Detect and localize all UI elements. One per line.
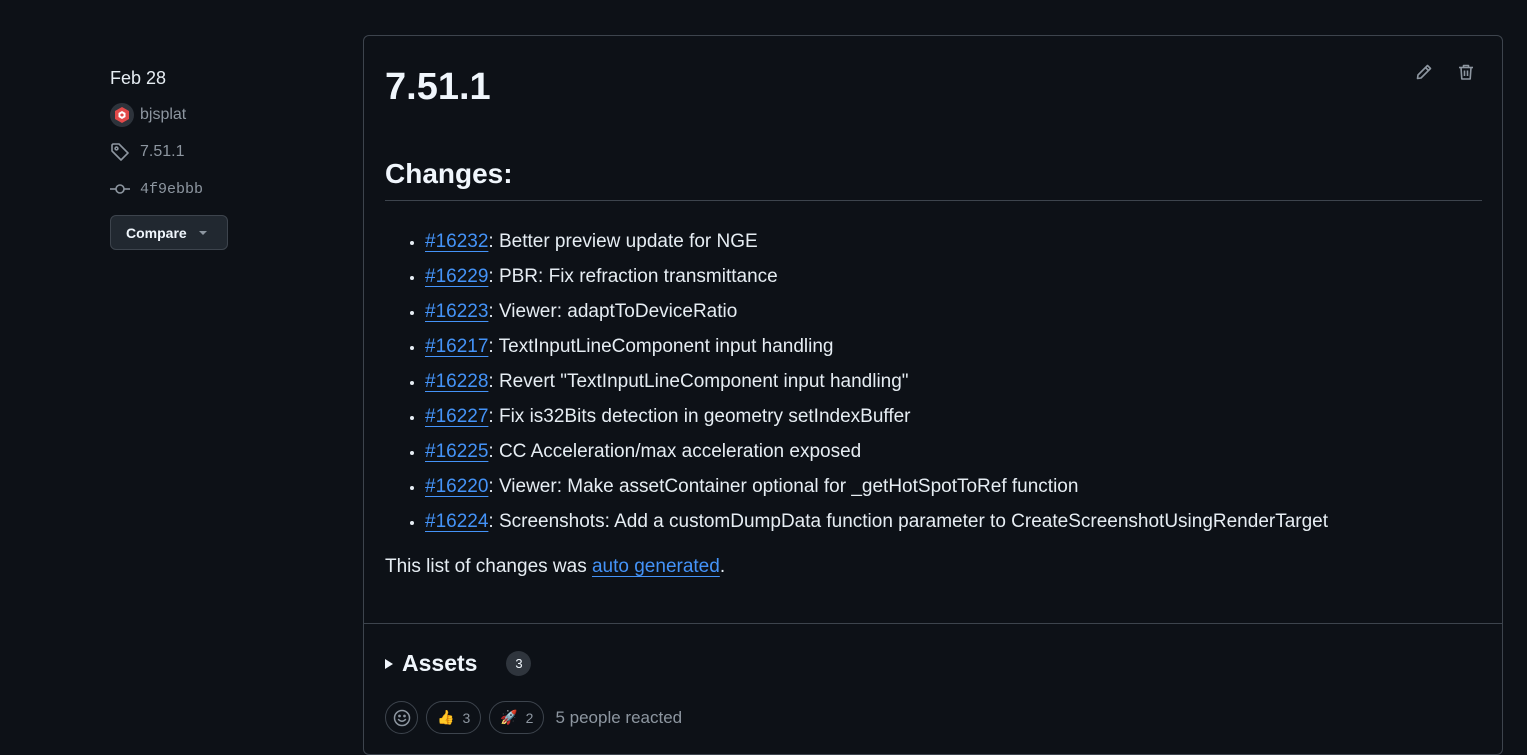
- divider: [364, 623, 1502, 624]
- thumbs-up-reaction-button[interactable]: 👍 3: [426, 701, 482, 734]
- change-text: : CC Acceleration/max acceleration expos…: [488, 441, 862, 462]
- release-date: Feb 28: [110, 68, 167, 88]
- footnote: This list of changes was auto generated.: [385, 556, 725, 578]
- change-text: : PBR: Fix refraction transmittance: [488, 266, 778, 287]
- change-item: #16217: TextInputLineComponent input han…: [425, 329, 1328, 364]
- changes-heading: Changes:: [385, 158, 1482, 201]
- rocket-icon: 🚀: [500, 709, 518, 725]
- change-text: : Fix is32Bits detection in geometry set…: [488, 406, 911, 427]
- change-item: #16223: Viewer: adaptToDeviceRatio: [425, 294, 1328, 329]
- assets-count-badge: 3: [506, 651, 532, 676]
- trash-icon[interactable]: [1456, 62, 1476, 82]
- change-text: : Viewer: Make assetContainer optional f…: [488, 476, 1079, 497]
- change-item: #16228: Revert "TextInputLineComponent i…: [425, 364, 1328, 399]
- pr-link[interactable]: #16227: [425, 406, 488, 427]
- footnote-suffix: .: [719, 556, 726, 577]
- assets-toggle[interactable]: Assets 3: [385, 650, 532, 677]
- avatar: [110, 103, 134, 127]
- author-name[interactable]: bjsplat: [140, 106, 186, 124]
- commit-icon: [110, 177, 134, 201]
- pr-link[interactable]: #16229: [425, 266, 488, 287]
- changes-list: #16232: Better preview update for NGE#16…: [385, 224, 1328, 539]
- pr-link[interactable]: #16232: [425, 231, 488, 252]
- reactions-bar: 👍 3 🚀 2 5 people reacted: [385, 701, 682, 734]
- change-item: #16227: Fix is32Bits detection in geomet…: [425, 399, 1328, 434]
- change-item: #16229: PBR: Fix refraction transmittanc…: [425, 259, 1328, 294]
- reaction-count: 2: [525, 709, 534, 726]
- triangle-right-icon: [385, 658, 393, 669]
- pencil-icon[interactable]: [1414, 62, 1434, 82]
- pr-link[interactable]: #16225: [425, 441, 488, 462]
- tag-label[interactable]: 7.51.1: [140, 143, 184, 161]
- rocket-reaction-button[interactable]: 🚀 2: [489, 701, 545, 734]
- compare-label: Compare: [126, 224, 187, 241]
- release-sidebar: Feb 28 bjsplat 7.51.1 4f9ebbb Compare: [110, 66, 330, 250]
- commit-sha[interactable]: 4f9ebbb: [140, 181, 203, 198]
- tag-icon: [110, 140, 134, 164]
- change-text: : Revert "TextInputLineComponent input h…: [488, 371, 909, 392]
- author-row[interactable]: bjsplat: [110, 103, 330, 127]
- release-title[interactable]: 7.51.1: [385, 66, 491, 109]
- add-reaction-button[interactable]: [385, 701, 418, 734]
- release-card: 7.51.1 Changes: #16232: Better preview u…: [363, 35, 1503, 755]
- thumbs-up-icon: 👍: [437, 709, 455, 725]
- smiley-icon: [393, 709, 410, 726]
- card-actions: [1414, 62, 1476, 82]
- pr-link[interactable]: #16217: [425, 336, 488, 357]
- change-text: : Viewer: adaptToDeviceRatio: [488, 301, 738, 322]
- commit-row[interactable]: 4f9ebbb: [110, 177, 330, 201]
- reaction-count: 3: [462, 709, 471, 726]
- chevron-down-icon: [198, 230, 207, 235]
- pr-link[interactable]: #16220: [425, 476, 488, 497]
- pr-link[interactable]: #16224: [425, 511, 488, 532]
- pr-link[interactable]: #16228: [425, 371, 488, 392]
- reactions-summary[interactable]: 5 people reacted: [555, 708, 682, 728]
- change-item: #16224: Screenshots: Add a customDumpDat…: [425, 504, 1328, 539]
- assets-label: Assets: [402, 650, 478, 676]
- change-text: : TextInputLineComponent input handling: [488, 336, 834, 357]
- compare-button[interactable]: Compare: [110, 215, 228, 250]
- change-item: #16220: Viewer: Make assetContainer opti…: [425, 469, 1328, 504]
- pr-link[interactable]: #16223: [425, 301, 488, 322]
- footnote-prefix: This list of changes was: [385, 556, 592, 577]
- auto-generated-link[interactable]: auto generated: [592, 556, 720, 577]
- tag-row[interactable]: 7.51.1: [110, 140, 330, 164]
- change-item: #16225: CC Acceleration/max acceleration…: [425, 434, 1328, 469]
- change-text: : Screenshots: Add a customDumpData func…: [488, 511, 1329, 532]
- change-text: : Better preview update for NGE: [488, 231, 758, 252]
- change-item: #16232: Better preview update for NGE: [425, 224, 1328, 259]
